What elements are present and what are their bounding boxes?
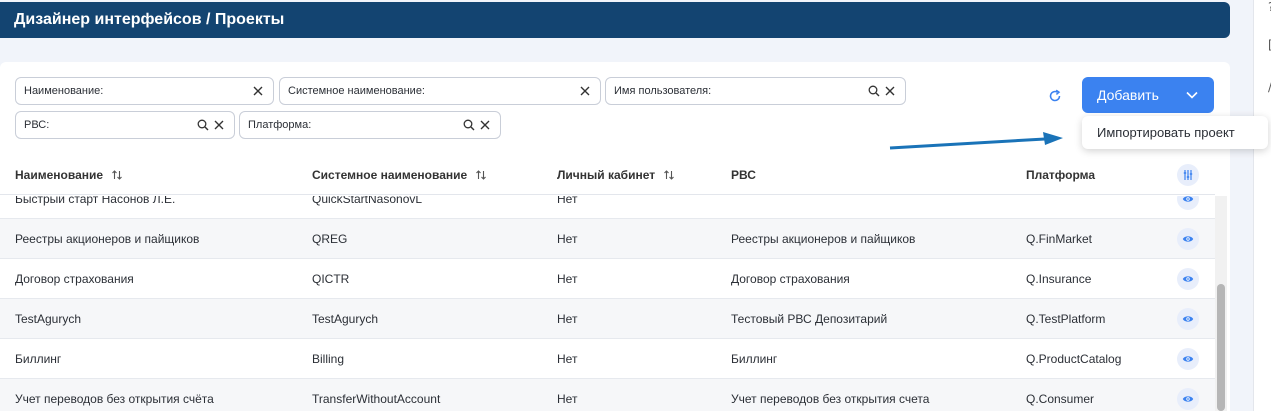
cell-rbs: Договор страхования [731,272,850,286]
search-icon[interactable] [462,118,476,132]
import-project-menu-item[interactable]: Импортировать проект [1082,116,1268,149]
filter-rbs[interactable]: РВС: [15,111,235,139]
view-eye-icon[interactable] [1177,308,1199,330]
add-project-button[interactable]: Добавить [1082,77,1214,113]
cell-personal-cabinet: Нет [557,196,578,206]
cell-system-name: TestAgurych [312,312,379,326]
column-header-personal-cabinet[interactable]: Личный кабинет [557,155,675,195]
cell-personal-cabinet: Нет [557,272,578,286]
column-header-name[interactable]: Наименование [15,155,123,195]
cell-system-name: QICTR [312,272,350,286]
table-row[interactable]: TestAgurych TestAgurych Нет Тестовый РВС Де… [0,299,1215,339]
clear-icon[interactable] [251,84,265,98]
refresh-icon[interactable] [1047,88,1063,104]
filter-platform-label: Платформа: [248,119,312,131]
filter-user-name-label: Имя пользователя: [614,85,712,97]
cell-system-name: Billing [312,352,345,366]
cell-personal-cabinet: Нет [557,392,578,406]
column-header-label: Личный кабинет [557,168,656,182]
page-title: Дизайнер интерфейсов / Проекты [14,11,285,28]
cell-platform: Q.FinMarket [1026,232,1093,246]
cell-personal-cabinet: Нет [557,352,578,366]
table-row[interactable]: Учет переводов без открытия счёта Transfe… [0,379,1215,411]
table-header: Наименование Системное наименование Личн… [0,155,1215,195]
cell-rbs: Реестры акционеров и пайщиков [731,232,916,246]
clear-icon[interactable] [478,118,492,132]
column-header-label: Системное наименование [312,168,468,182]
cell-name: Биллинг [15,352,62,366]
filter-system-name-label: Системное наименование: [288,85,425,97]
sort-icon[interactable] [663,169,675,181]
cell-personal-cabinet: Нет [557,312,578,326]
sort-icon[interactable] [475,169,487,181]
column-header-rbs: РВС [731,155,756,195]
table-row[interactable]: Биллинг Billing Нет Биллинг Q.ProductCatalog [0,339,1215,379]
filter-platform[interactable]: Платформа: [239,111,501,139]
cell-name: Учет переводов без открытия счёта [15,392,214,406]
app-header: Дизайнер интерфейсов / Проекты [0,2,1230,38]
table-scrollbar[interactable] [1215,196,1227,411]
chevron-down-icon[interactable] [1186,88,1200,102]
cell-system-name: QREG [312,232,348,246]
right-side-panel: ? [ / [1253,0,1271,411]
sort-icon[interactable] [111,169,123,181]
view-eye-icon[interactable] [1177,348,1199,370]
annotation-arrow-icon [889,132,1063,150]
scrollbar-thumb[interactable] [1217,284,1225,411]
column-header-label: Наименование [15,168,104,182]
clear-icon[interactable] [578,84,592,98]
cell-name: Договор страхования [15,272,134,286]
view-eye-icon[interactable] [1177,388,1199,410]
clear-icon[interactable] [212,118,226,132]
column-header-system-name[interactable]: Системное наименование [312,155,487,195]
view-eye-icon[interactable] [1177,268,1199,290]
cell-rbs: Тестовый РВС Депозитарий [731,312,888,326]
view-eye-icon[interactable] [1177,196,1199,210]
cell-rbs: Биллинг [731,352,778,366]
add-button-label: Добавить [1097,87,1159,103]
filter-name[interactable]: Наименование: [15,77,274,105]
import-project-label: Импортировать проект [1097,125,1235,140]
filter-system-name[interactable]: Системное наименование: [279,77,601,105]
cell-rbs: Учет переводов без открытия счета [731,392,930,406]
view-eye-icon[interactable] [1177,228,1199,250]
cell-personal-cabinet: Нет [557,232,578,246]
cell-name: TestAgurych [15,312,82,326]
clear-icon[interactable] [883,84,897,98]
cell-platform: Q.TestPlatform [1026,312,1106,326]
filter-name-label: Наименование: [24,85,104,97]
search-icon[interactable] [196,118,210,132]
cell-system-name: TransferWithoutAccount [312,392,441,406]
filter-user-name[interactable]: Имя пользователя: [605,77,906,105]
column-settings-icon[interactable] [1177,164,1199,186]
cell-name: Быстрый старт Насонов Л.Е. [15,196,176,206]
table-row[interactable]: Договор страхования QICTR Нет Договор страх… [0,259,1215,299]
table-body: Быстрый старт Насонов Л.Е. QuickStartNaso… [0,196,1215,411]
column-header-platform: Платформа [1026,155,1095,195]
filter-rbs-label: РВС: [24,119,50,131]
table-row[interactable]: Быстрый старт Насонов Л.Е. QuickStartNaso… [0,196,1215,219]
cell-platform: Q.ProductCatalog [1026,352,1122,366]
column-header-label: РВС [731,168,756,182]
cell-platform: Q.Consumer [1026,392,1095,406]
table-row[interactable]: Реестры акционеров и пайщиков QREG Нет Реес… [0,219,1215,259]
search-icon[interactable] [867,84,881,98]
column-header-label: Платформа [1026,168,1096,182]
cell-system-name: QuickStartNasonovL [312,196,423,206]
cell-name: Реестры акционеров и пайщиков [15,232,200,246]
cell-platform: Q.Insurance [1026,272,1092,286]
